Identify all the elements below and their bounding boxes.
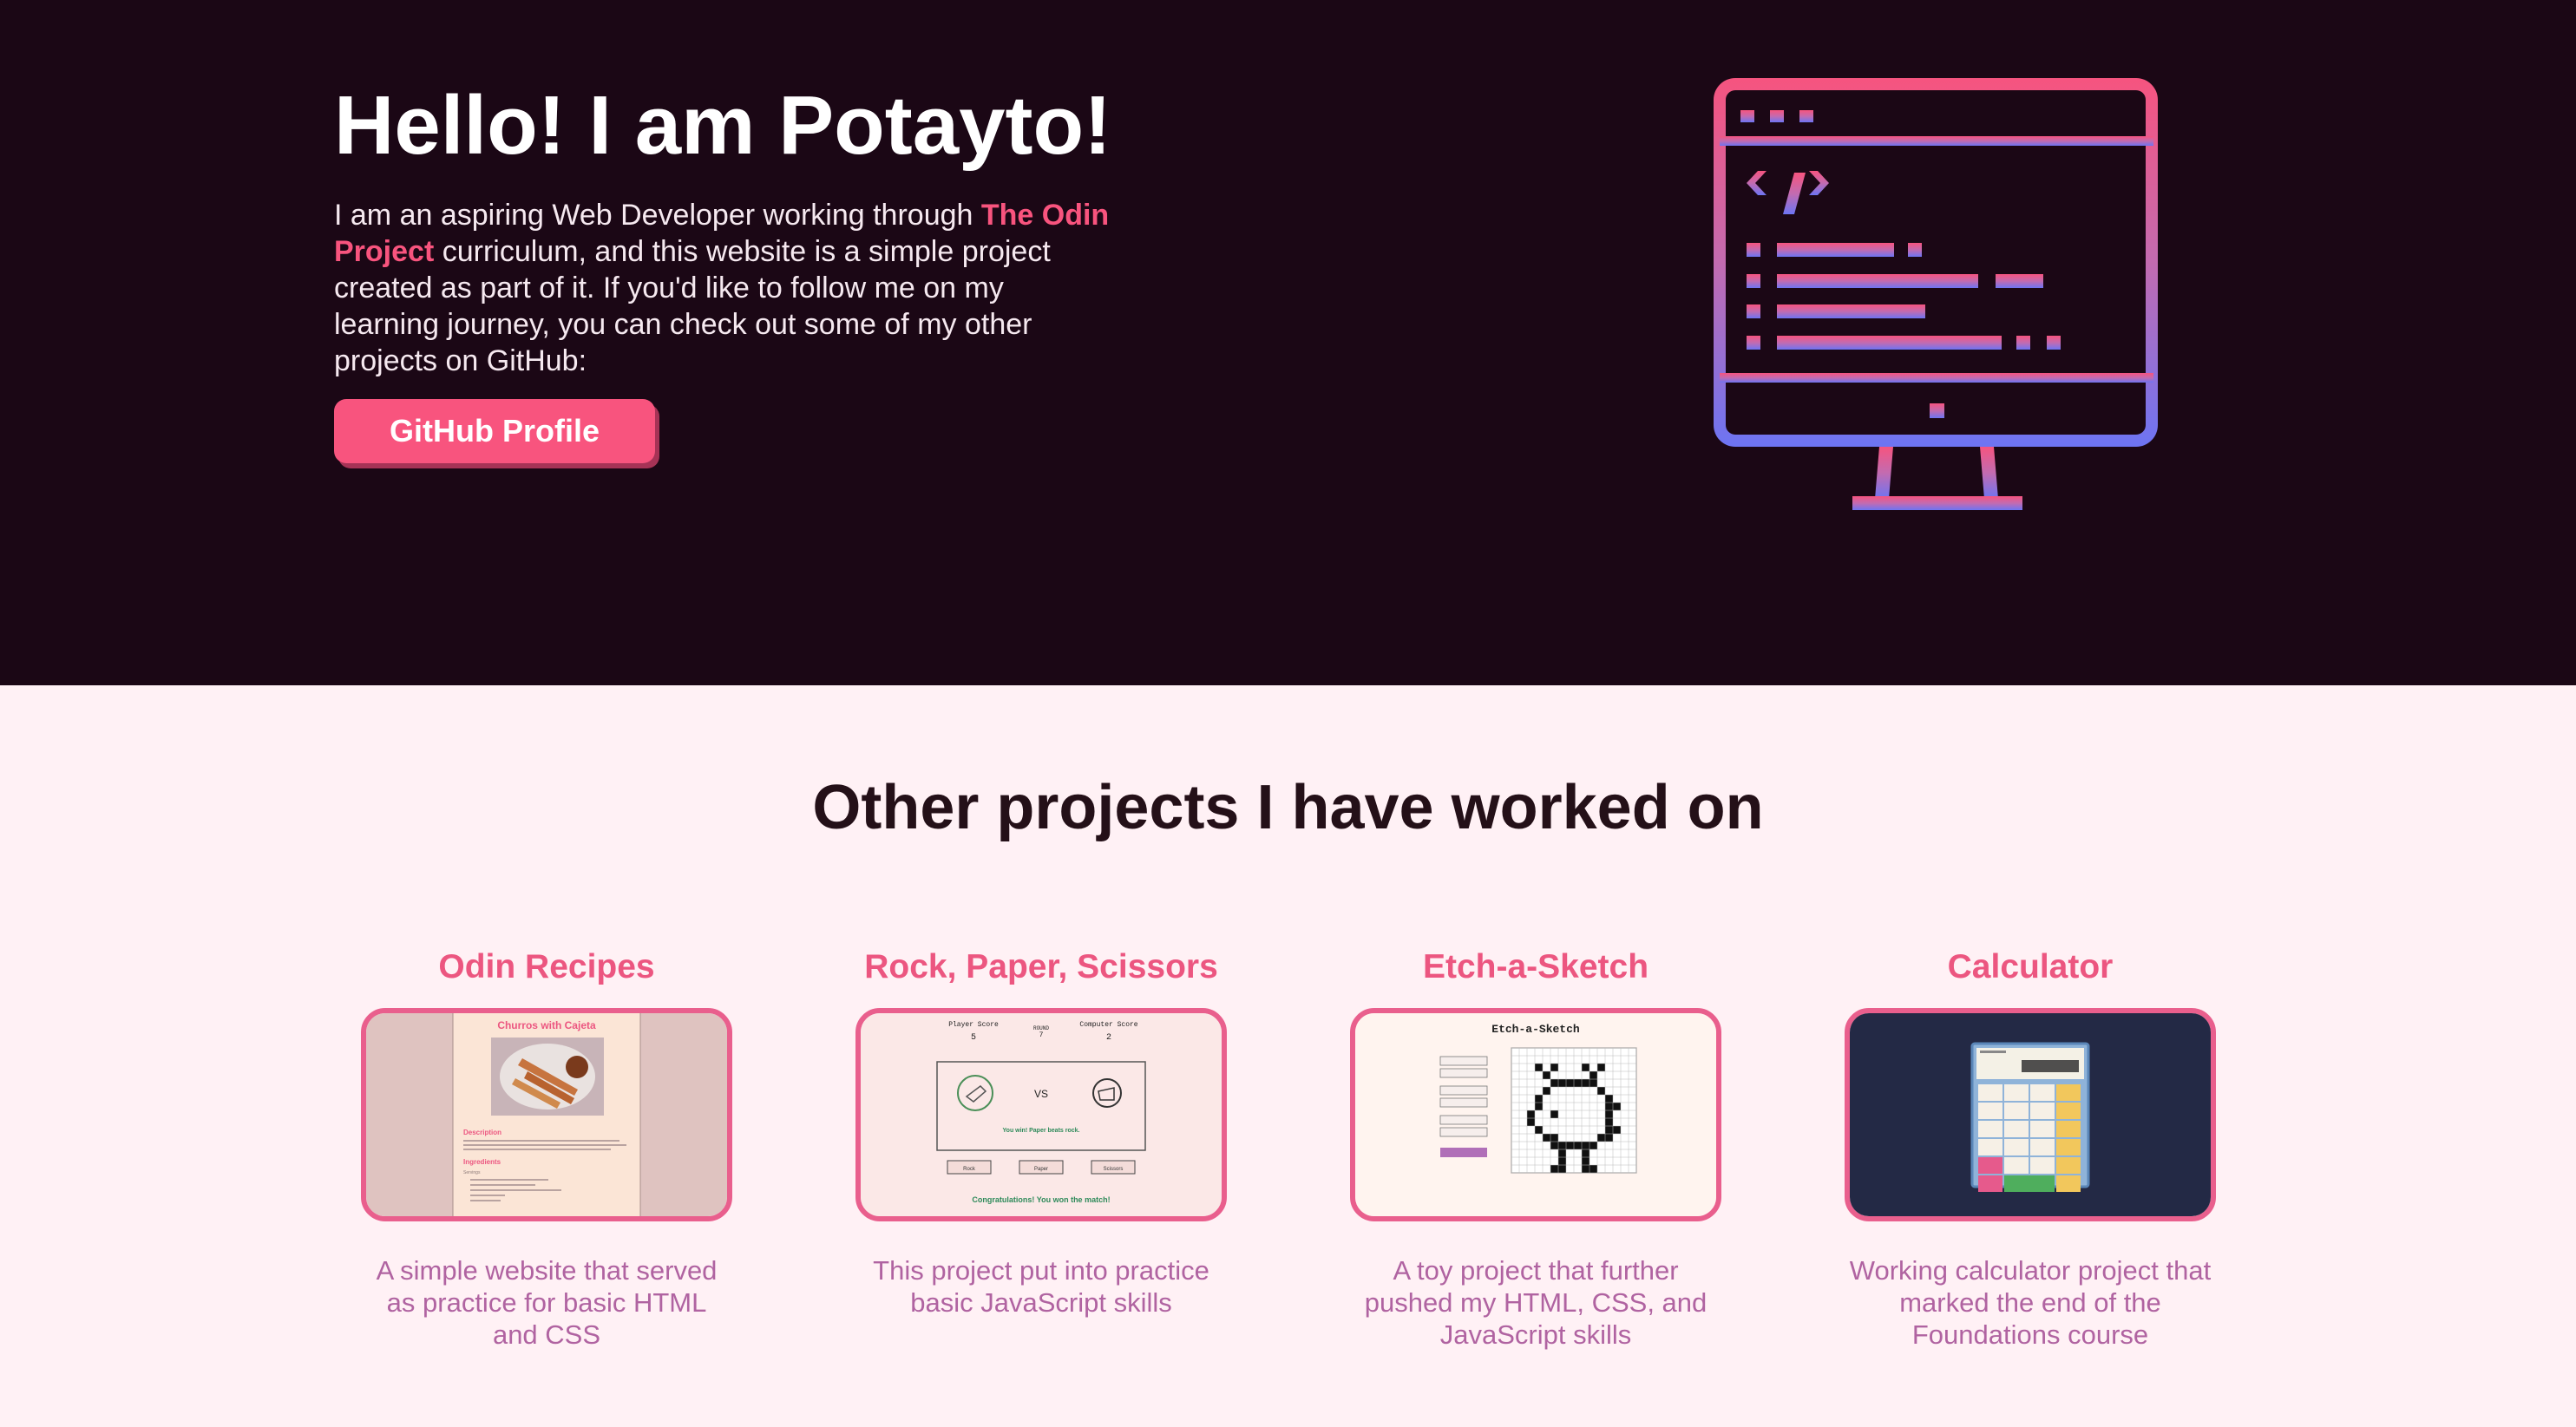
project-card-etch-a-sketch: Etch-a-Sketch Etch-a-Sketch A toy projec… <box>1345 946 1727 1351</box>
preview-player-score: 5 <box>971 1033 976 1043</box>
sketch-grid <box>1511 1047 1637 1174</box>
hero-text: Hello! I am Potayto! I am an aspiring We… <box>334 74 1115 463</box>
monitor-code-icon <box>1714 78 2158 510</box>
preview-etch-title: Etch-a-Sketch <box>1491 1023 1580 1036</box>
project-description: Working calculator project that marked t… <box>1849 1255 2212 1350</box>
intro-text-after: curriculum, and this website is a simple… <box>334 235 1051 377</box>
hero-title: Hello! I am Potayto! <box>334 79 1112 172</box>
intro-text-before: I am an aspiring Web Developer working t… <box>334 199 981 232</box>
github-profile-button[interactable]: GitHub Profile <box>334 399 655 463</box>
preview-round: 7 <box>1039 1031 1044 1039</box>
project-thumbnail-rock-paper-scissors[interactable]: Player Score 5 ROUND 7 Computer Score 2 … <box>855 1008 1227 1221</box>
project-thumbnail-calculator[interactable] <box>1845 1008 2216 1221</box>
preview-match-result: Congratulations! You won the match! <box>972 1195 1110 1204</box>
calculator-preview <box>1850 1013 2211 1216</box>
preview-recipe-heading: Churros with Cajeta <box>497 1019 596 1031</box>
preview-vs: VS <box>1034 1088 1048 1100</box>
preview-paper-button: Paper <box>1034 1167 1048 1172</box>
project-title: Odin Recipes <box>438 948 655 985</box>
project-card-calculator: Calculator Working calculator project th… <box>1839 946 2221 1351</box>
preview-scissors-button: Scissors <box>1104 1167 1124 1172</box>
preview-computer-score: 2 <box>1106 1033 1111 1043</box>
project-title: Etch-a-Sketch <box>1422 948 1649 985</box>
etch-preview: Etch-a-Sketch <box>1355 1013 1716 1216</box>
preview-round-label: ROUND <box>1033 1025 1049 1031</box>
project-thumbnail-etch-a-sketch[interactable]: Etch-a-Sketch <box>1350 1008 1721 1221</box>
hero-description: I am an aspiring Web Developer working t… <box>334 197 1115 379</box>
project-thumbnail-odin-recipes[interactable]: Churros with Cajeta Description Ingredie… <box>361 1008 732 1221</box>
preview-computer-label: Computer Score <box>1079 1021 1137 1029</box>
project-card-rock-paper-scissors: Rock, Paper, Scissors Player Score 5 ROU… <box>850 946 1232 1319</box>
hero-section: Hello! I am Potayto! I am an aspiring We… <box>0 0 2576 685</box>
project-description: A simple website that served as practice… <box>376 1255 718 1350</box>
project-title: Rock, Paper, Scissors <box>864 948 1218 985</box>
preview-rock-button: Rock <box>963 1167 976 1172</box>
preview-servings-label: Servings <box>463 1170 481 1175</box>
project-title: Calculator <box>1947 948 2114 985</box>
rps-preview: Player Score 5 ROUND 7 Computer Score 2 … <box>861 1013 1222 1216</box>
preview-round-result: You win! Paper beats rock. <box>1003 1128 1080 1134</box>
preview-player-label: Player Score <box>948 1021 999 1029</box>
project-card-odin-recipes: Odin Recipes Churros with Cajeta Descrip… <box>356 946 737 1351</box>
project-description: This project put into practice basic Jav… <box>873 1255 1209 1318</box>
projects-heading: Other projects I have worked on <box>812 773 1764 842</box>
recipes-preview: Churros with Cajeta Description Ingredie… <box>366 1013 727 1216</box>
projects-section: Other projects I have worked on Odin Rec… <box>0 685 2576 1427</box>
preview-ingredients-label: Ingredients <box>463 1158 501 1166</box>
preview-description-label: Description <box>463 1129 501 1136</box>
project-description: A toy project that further pushed my HTM… <box>1364 1255 1708 1350</box>
